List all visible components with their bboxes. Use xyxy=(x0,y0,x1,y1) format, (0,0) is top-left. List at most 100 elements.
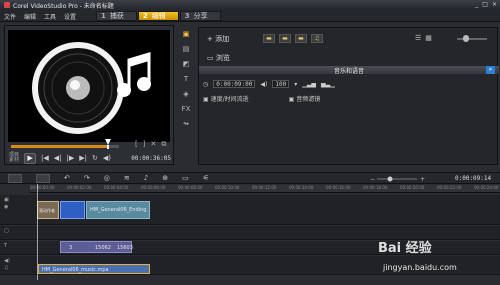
home-icon[interactable]: |◀ xyxy=(41,154,49,162)
audio-options-row: ▣ 速度/时间流逝 ▣ 音频滤镜 xyxy=(203,94,320,103)
library-panel: + 添加 ▭ 浏览 ▬ ▬ ▬ ♫ ☰ ▦ 音乐和语音 » ◷ 0:00:09:… xyxy=(198,27,499,165)
ruler-label: 00:00:08:00 xyxy=(178,185,203,190)
instant-project-icon[interactable]: ▤ xyxy=(183,45,190,53)
path-category-icon[interactable]: ↬ xyxy=(183,120,189,128)
media-type-filters: ▬ ▬ ▬ ♫ xyxy=(263,34,323,43)
thumbnail-size-knob[interactable] xyxy=(463,35,469,42)
thumbnail-view-icon[interactable]: ▦ xyxy=(425,34,432,42)
menu-edit[interactable]: 编辑 xyxy=(24,12,36,21)
menu-file[interactable]: 文件 xyxy=(4,12,16,21)
video-clip-blue[interactable] xyxy=(60,201,85,219)
auto-music-icon[interactable]: ♪ xyxy=(144,174,148,183)
music-clip[interactable]: HM_General06_music.mpa xyxy=(38,264,150,274)
folder-filter-icon[interactable]: ▬ xyxy=(263,34,275,43)
fade-out-icon[interactable]: ▅▃▁ xyxy=(321,81,335,88)
storyboard-view-button[interactable] xyxy=(8,174,22,183)
ruler-label: 00:00:24:00 xyxy=(474,185,499,190)
undo-icon[interactable]: ↶ xyxy=(64,174,70,183)
redo-icon[interactable]: ↷ xyxy=(84,174,90,183)
audio-filter-icon[interactable]: ♫ xyxy=(311,34,323,43)
close-icon[interactable]: × xyxy=(492,1,497,8)
transport-bar: 项目 素材 ▶ |◀ ◀| |▶ ▶| ↻ ◀) 00:00:36:05 xyxy=(9,152,171,164)
step-capture[interactable]: 1 捕获 xyxy=(96,11,137,21)
timeline-playhead[interactable] xyxy=(37,184,38,280)
title-category-icon[interactable]: T xyxy=(184,75,188,83)
scrub-handle[interactable] xyxy=(105,139,111,149)
audio-filter-button[interactable]: ▣ 音频滤镜 xyxy=(289,94,321,103)
folder-icon: ▭ xyxy=(207,54,216,62)
enlarge-preview-icon[interactable]: ⧉ xyxy=(161,140,166,149)
music-track-icon[interactable]: ♫ xyxy=(4,265,8,271)
next-frame-icon[interactable]: |▶ xyxy=(67,154,75,162)
scrub-bar[interactable] xyxy=(11,145,119,148)
filter-category-icon[interactable]: FX xyxy=(182,105,191,113)
video-filter-icon[interactable]: ▬ xyxy=(279,34,291,43)
ruler-label: 00:00:00:00 xyxy=(30,185,55,190)
timeline-timecode[interactable]: 0:00:09:14 xyxy=(455,175,491,182)
step-edit[interactable]: 2 编辑 xyxy=(137,11,179,21)
timeline-ruler[interactable]: 00:00:00:00 00:00:02:00 00:00:04:00 00:0… xyxy=(30,185,500,193)
mark-in-icon[interactable]: [ xyxy=(135,140,138,149)
menu-settings[interactable]: 设置 xyxy=(64,12,76,21)
transition-category-icon[interactable]: ◩ xyxy=(183,60,190,68)
collapse-options-icon[interactable]: » xyxy=(486,66,495,74)
speed-icon: ▣ xyxy=(203,96,211,103)
window-controls: _ □ × xyxy=(475,1,497,8)
duration-field[interactable]: 0:00:09:00 xyxy=(213,80,256,88)
video-clip-ending[interactable]: HM_General06_Ending xyxy=(86,201,150,219)
audio-duration-volume-row: ◷ 0:00:09:00 ◀) 100 ▾ ▁▃▅ ▅▃▁ xyxy=(203,80,335,88)
maximize-icon[interactable]: □ xyxy=(482,1,488,8)
mark-out-icon[interactable]: ] xyxy=(143,140,146,149)
media-category-icon[interactable]: ▣ xyxy=(183,30,190,38)
multi-trim-icon[interactable]: ⚟ xyxy=(203,174,209,183)
photo-filter-icon[interactable]: ▬ xyxy=(295,34,307,43)
volume-icon[interactable]: ◀) xyxy=(103,154,111,162)
repeat-icon[interactable]: ↻ xyxy=(92,154,98,162)
fade-in-icon[interactable]: ▁▃▅ xyxy=(302,81,316,88)
title-track-header: T xyxy=(4,243,7,249)
title-clips[interactable]: 3 15062 15603 xyxy=(60,241,133,253)
overlay-track-icon[interactable]: ▢ xyxy=(4,228,9,234)
overlay-track-header: ▢ xyxy=(4,228,9,234)
ruler-label: 00:00:10:00 xyxy=(215,185,240,190)
volume-spinner-icon[interactable]: ▾ xyxy=(294,81,297,88)
record-capture-icon[interactable]: ◎ xyxy=(104,174,110,183)
title-track-icon[interactable]: T xyxy=(4,243,7,249)
ruler-label: 00:00:06:00 xyxy=(141,185,166,190)
timeline-zoom-slider[interactable]: − + xyxy=(370,176,430,182)
video-clip-thumbnail[interactable]: 滚动作者 xyxy=(37,201,59,219)
previous-frame-icon[interactable]: ◀| xyxy=(54,154,62,162)
subtitle-editor-icon[interactable]: ▭ xyxy=(182,174,189,183)
play-button[interactable]: ▶ xyxy=(24,152,37,164)
add-icon: + xyxy=(207,35,216,43)
video-track-icon[interactable]: ▣ xyxy=(4,197,9,203)
view-options: ☰ ▦ xyxy=(415,34,432,42)
track-visibility-icon[interactable]: ◉ xyxy=(4,204,9,210)
step-share[interactable]: 3 分享 xyxy=(179,11,221,21)
speed-timelapse-button[interactable]: ▣ 速度/时间流逝 xyxy=(203,94,249,103)
ruler-label: 00:00:12:00 xyxy=(252,185,277,190)
end-icon[interactable]: ▶| xyxy=(79,154,87,162)
graphic-category-icon[interactable]: ◈ xyxy=(183,90,188,98)
clock-icon: ◷ xyxy=(203,80,209,88)
volume-field[interactable]: 100 xyxy=(272,80,290,88)
audio-options-header: 音乐和语音 xyxy=(199,66,499,75)
add-folder-button[interactable]: + 添加 xyxy=(207,34,229,44)
video-track: ▣ ◉ 滚动作者 HM_General06_Ending xyxy=(0,195,500,225)
browse-button[interactable]: ▭ 浏览 xyxy=(207,53,230,63)
preview-screen[interactable] xyxy=(8,30,170,142)
split-clip-icon[interactable]: ✕ xyxy=(150,140,156,149)
thumbnail-size-slider[interactable] xyxy=(457,38,487,40)
list-view-icon[interactable]: ☰ xyxy=(415,34,421,42)
timeline-view-button[interactable] xyxy=(36,174,50,183)
mixer-icon[interactable]: ≋ xyxy=(124,174,130,183)
preview-timecode[interactable]: 00:00:36:05 xyxy=(131,155,171,162)
motion-tracking-icon[interactable]: ⊕ xyxy=(162,174,168,183)
ruler-label: 00:00:14:00 xyxy=(289,185,314,190)
project-clip-toggle[interactable]: 项目 素材 xyxy=(9,153,19,163)
minimize-icon[interactable]: _ xyxy=(475,1,478,8)
ruler-label: 00:00:20:00 xyxy=(400,185,425,190)
menu-tools[interactable]: 工具 xyxy=(44,12,56,21)
watermark-url: jingyan.baidu.com xyxy=(383,263,457,272)
main-menu: 文件 编辑 工具 设置 xyxy=(4,12,76,21)
